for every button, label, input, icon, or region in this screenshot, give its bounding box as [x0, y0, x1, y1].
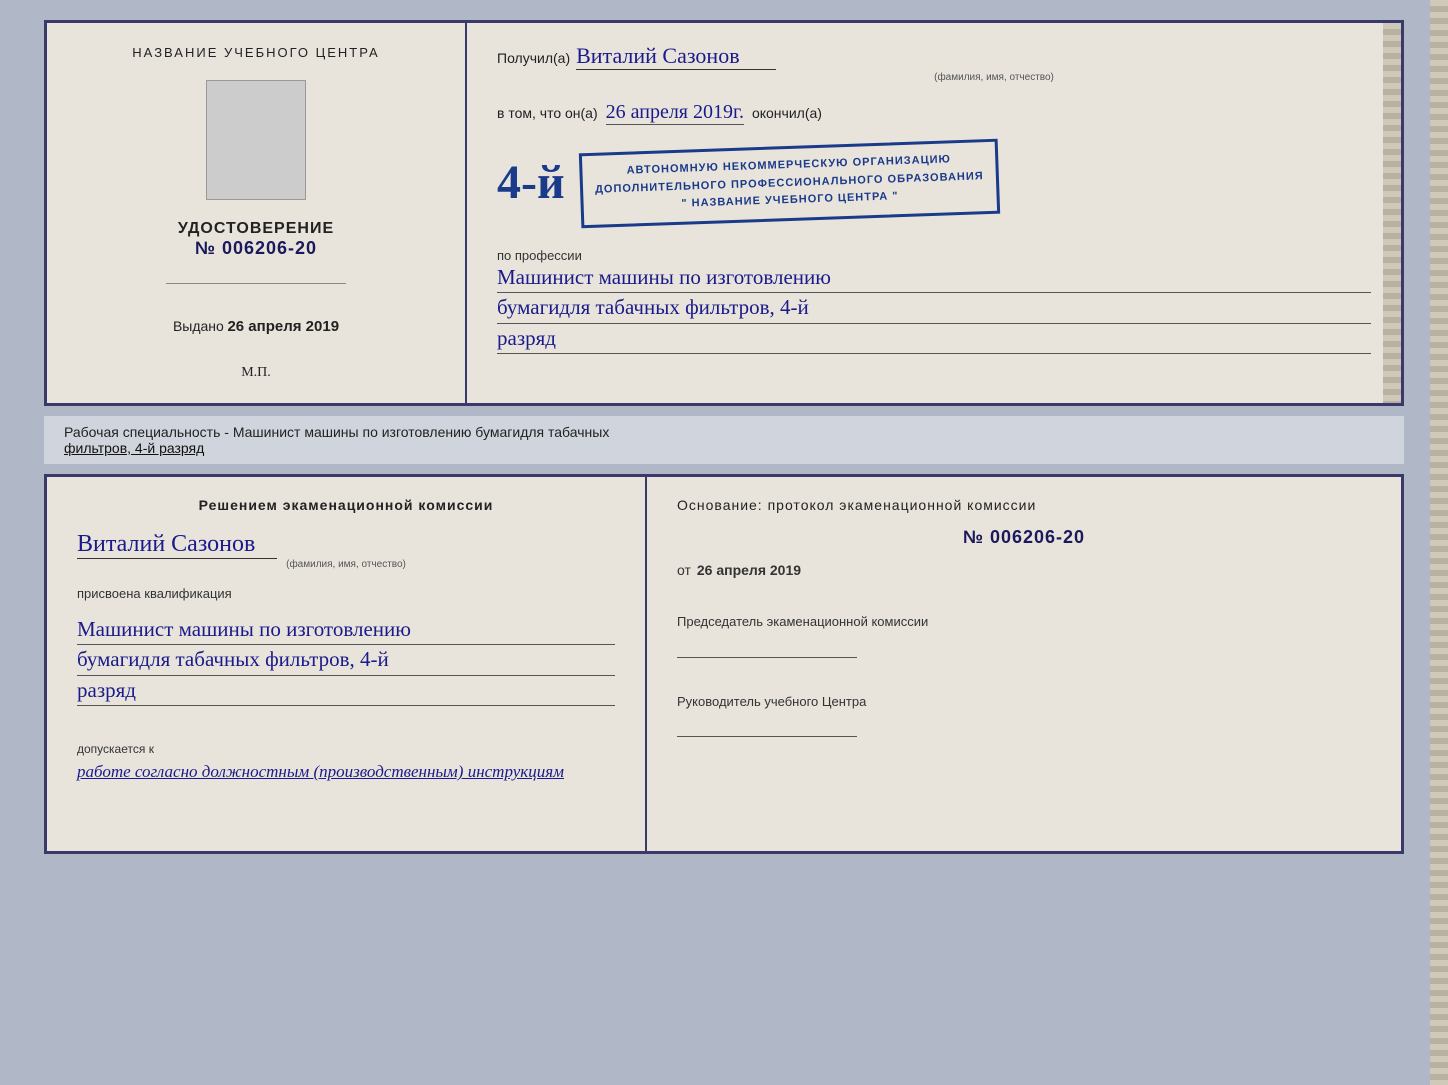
right-stripe — [1383, 23, 1401, 403]
chairman-label: Председатель экаменационной комиссии — [677, 612, 1371, 632]
date-handwritten: 26 апреля 2019г. — [606, 101, 744, 125]
cert-number: № 006206-20 — [178, 238, 334, 259]
bottom-document: Решением экаменационной комиссии Виталий… — [44, 474, 1404, 854]
recipient-name: Виталий Сазонов — [576, 43, 776, 70]
assigned-label: присвоена квалификация — [77, 586, 615, 601]
chairman-signature-line — [677, 657, 857, 658]
stamp-box: АВТОНОМНУЮ НЕКОММЕРЧЕСКУЮ ОРГАНИЗАЦИЮ ДО… — [578, 139, 999, 228]
recipient-prefix: Получил(а) — [497, 50, 570, 66]
recipient-row: Получил(а) Виталий Сазонов — [497, 43, 1371, 70]
finished-text: окончил(а) — [752, 105, 822, 121]
bottom-date-row: от 26 апреля 2019 — [677, 562, 1371, 578]
profession-line3: разряд — [497, 324, 1371, 354]
director-label: Руководитель учебного Центра — [677, 692, 1371, 712]
top-left-center-title: НАЗВАНИЕ УЧЕБНОГО ЦЕНТРА — [132, 45, 379, 60]
speciality-underline: фильтров, 4-й разряд — [64, 440, 204, 456]
profession-line2: бумагидля табачных фильтров, 4-й — [497, 293, 1371, 323]
bottom-person-name: Виталий Сазонов — [77, 531, 277, 559]
bottom-left-panel: Решением экаменационной комиссии Виталий… — [47, 477, 647, 851]
bottom-person-block: Виталий Сазонов (фамилия, имя, отчество) — [77, 531, 615, 570]
photo-placeholder — [206, 80, 306, 200]
intro-text: в том, что он(а) — [497, 105, 598, 121]
bottom-left-title: Решением экаменационной комиссии — [77, 497, 615, 513]
stamp-row: 4-й АВТОНОМНУЮ НЕКОММЕРЧЕСКУЮ ОРГАНИЗАЦИ… — [497, 141, 1371, 226]
qual-block: Машинист машины по изготовлению бумагидл… — [77, 615, 615, 706]
qual-line1: Машинист машины по изготовлению — [77, 615, 615, 645]
speciality-text: Рабочая специальность - Машинист машины … — [64, 424, 609, 440]
profession-prefix: по профессии — [497, 248, 1371, 263]
issued-line: Выдано 26 апреля 2019 — [173, 318, 339, 335]
bottom-date: 26 апреля 2019 — [697, 562, 801, 578]
top-right-panel: Получил(а) Виталий Сазонов (фамилия, имя… — [467, 23, 1401, 403]
director-block: Руководитель учебного Центра — [677, 692, 1371, 738]
cert-label: УДОСТОВЕРЕНИЕ — [178, 220, 334, 238]
top-left-panel: НАЗВАНИЕ УЧЕБНОГО ЦЕНТРА УДОСТОВЕРЕНИЕ №… — [47, 23, 467, 403]
qual-line3: разряд — [77, 676, 615, 706]
allowed-text: работе согласно должностным (производств… — [77, 762, 564, 782]
bottom-right-number: № 006206-20 — [677, 527, 1371, 548]
director-signature-line — [677, 736, 857, 737]
divider — [166, 283, 346, 284]
speciality-bar: Рабочая специальность - Машинист машины … — [44, 416, 1404, 464]
date-row: в том, что он(а) 26 апреля 2019г. окончи… — [497, 101, 1371, 125]
top-document: НАЗВАНИЕ УЧЕБНОГО ЦЕНТРА УДОСТОВЕРЕНИЕ №… — [44, 20, 1404, 406]
allowed-prefix: допускается к — [77, 742, 154, 756]
bottom-right-stripe — [1430, 0, 1448, 1085]
qual-line2: бумагидля табачных фильтров, 4-й — [77, 645, 615, 675]
chairman-block: Председатель экаменационной комиссии — [677, 612, 1371, 658]
stamp-number: 4-й — [497, 159, 565, 207]
date-prefix: от — [677, 562, 691, 578]
profession-block: по профессии Машинист машины по изготовл… — [497, 248, 1371, 354]
recipient-sub: (фамилия, имя, отчество) — [617, 72, 1371, 83]
profession-line1: Машинист машины по изготовлению — [497, 263, 1371, 293]
mp-line: М.П. — [241, 365, 271, 381]
bottom-right-panel: Основание: протокол экаменационной комис… — [647, 477, 1401, 851]
allowed-block: допускается к работе согласно должностны… — [77, 732, 615, 782]
bottom-person-sub: (фамилия, имя, отчество) — [77, 559, 615, 570]
basis-label: Основание: протокол экаменационной комис… — [677, 497, 1371, 513]
